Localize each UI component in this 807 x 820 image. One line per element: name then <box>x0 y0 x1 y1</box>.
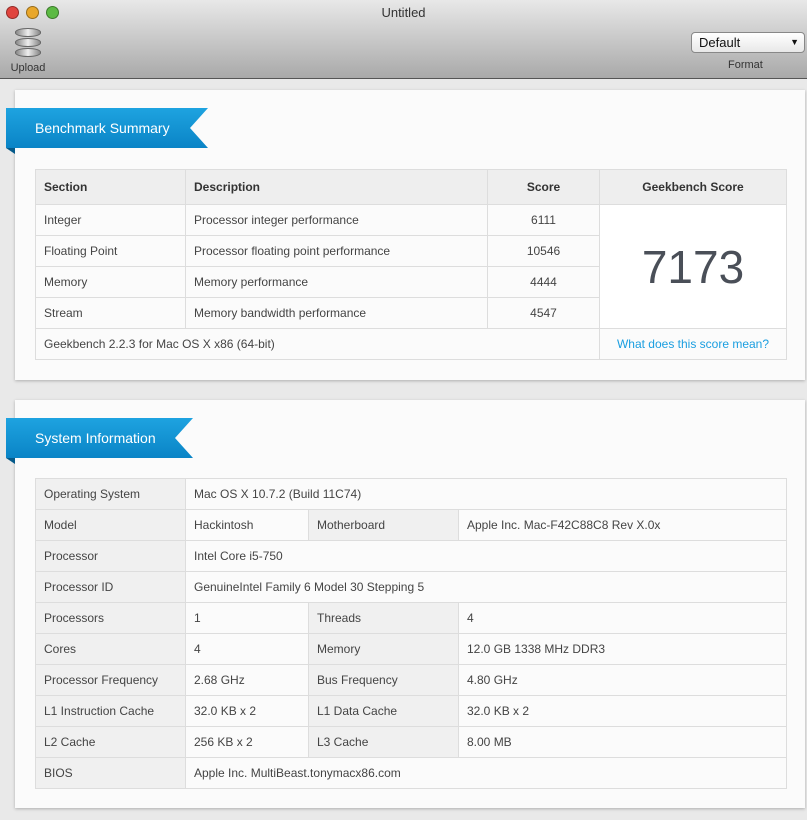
label-cell: Processors <box>35 602 186 634</box>
score-cell: 4547 <box>487 297 600 329</box>
table-row: L1 Instruction Cache 32.0 KB x 2 L1 Data C… <box>35 695 788 727</box>
value-cell: Apple Inc. Mac-F42C88C8 Rev X.0x <box>457 509 788 541</box>
header-score: Score <box>487 169 600 205</box>
score-cell: 10546 <box>487 235 600 267</box>
value-cell: 1 <box>185 602 309 634</box>
table-row: Model Hackintosh Motherboard Apple Inc. Mac… <box>35 509 788 541</box>
label-cell: BIOS <box>35 757 186 789</box>
format-select[interactable]: Default ▼ <box>691 32 805 53</box>
header-description: Description <box>185 169 488 205</box>
label-cell: L2 Cache <box>35 726 186 758</box>
value-cell: 4 <box>457 602 788 634</box>
description-cell: Memory bandwidth performance <box>185 297 488 329</box>
chevron-down-icon: ▼ <box>790 37 799 47</box>
value-cell: 256 KB x 2 <box>185 726 309 758</box>
system-table: Operating System Mac OS X 10.7.2 (Build 1… <box>35 478 788 789</box>
score-help-link[interactable]: What does this score mean? <box>617 337 769 351</box>
value-cell: 32.0 KB x 2 <box>457 695 788 727</box>
value-cell: Mac OS X 10.7.2 (Build 11C74) <box>184 478 788 510</box>
geekbench-score: 7173 <box>599 204 787 329</box>
table-row: Integer Processor integer performance 61… <box>35 204 787 329</box>
section-cell: Integer <box>35 204 186 236</box>
section-cell: Stream <box>35 297 186 329</box>
benchmark-table: Section Description Score Geekbench Scor… <box>35 169 787 360</box>
label-cell: Model <box>35 509 186 541</box>
value-cell: 12.0 GB 1338 MHz DDR3 <box>457 633 788 665</box>
table-footer: Geekbench 2.2.3 for Mac OS X x86 (64-bit… <box>35 328 787 360</box>
label-cell: Processor ID <box>35 571 186 603</box>
window-toolbar: Untitled Upload Default ▼ Format <box>0 0 807 79</box>
upload-button[interactable]: Upload <box>6 28 50 76</box>
value-cell: Apple Inc. MultiBeast.tonymacx86.com <box>184 757 788 789</box>
value-cell: 2.68 GHz <box>185 664 309 696</box>
label-cell: Motherboard <box>308 509 459 541</box>
version-text: Geekbench 2.2.3 for Mac OS X x86 (64-bit… <box>35 328 600 360</box>
window-title: Untitled <box>381 5 426 20</box>
description-cell: Processor floating point performance <box>185 235 488 267</box>
table-row: Processor Frequency 2.68 GHz Bus Frequency… <box>35 664 788 696</box>
table-row: L2 Cache 256 KB x 2 L3 Cache 8.00 MB <box>35 726 788 758</box>
header-geekbench-score: Geekbench Score <box>599 169 787 205</box>
system-information-heading: System Information <box>6 418 193 458</box>
header-section: Section <box>35 169 186 205</box>
value-cell: Intel Core i5-750 <box>184 540 788 572</box>
ribbon-fold <box>6 458 15 464</box>
table-header: Section Description Score Geekbench Scor… <box>35 169 787 205</box>
label-cell: Threads <box>308 602 459 634</box>
table-row: Processors 1 Threads 4 <box>35 602 788 634</box>
value-cell: 4 <box>185 633 309 665</box>
ribbon-fold <box>6 148 15 154</box>
table-row: Processor Intel Core i5-750 <box>35 540 788 572</box>
table-row: Operating System Mac OS X 10.7.2 (Build 1… <box>35 478 788 510</box>
label-cell: Processor <box>35 540 186 572</box>
score-cell: 4444 <box>487 266 600 298</box>
label-cell: Bus Frequency <box>308 664 459 696</box>
label-cell: Processor Frequency <box>35 664 186 696</box>
score-cell: 6111 <box>487 204 600 236</box>
value-cell: 8.00 MB <box>457 726 788 758</box>
label-cell: Operating System <box>35 478 186 510</box>
value-cell: 32.0 KB x 2 <box>185 695 309 727</box>
label-cell: L1 Instruction Cache <box>35 695 186 727</box>
table-row: Processor ID GenuineIntel Family 6 Model … <box>35 571 788 603</box>
section-cell: Floating Point <box>35 235 186 267</box>
section-cell: Memory <box>35 266 186 298</box>
label-cell: Cores <box>35 633 186 665</box>
table-row: BIOS Apple Inc. MultiBeast.tonymacx86.com <box>35 757 788 789</box>
label-cell: Memory <box>308 633 459 665</box>
benchmark-summary-heading: Benchmark Summary <box>6 108 208 148</box>
value-cell: Hackintosh <box>185 509 309 541</box>
format-value: Default <box>699 35 741 50</box>
value-cell: 4.80 GHz <box>457 664 788 696</box>
database-icon <box>15 28 41 58</box>
label-cell: L1 Data Cache <box>308 695 459 727</box>
label-cell: L3 Cache <box>308 726 459 758</box>
description-cell: Processor integer performance <box>185 204 488 236</box>
upload-label: Upload <box>10 62 46 74</box>
table-row: Cores 4 Memory 12.0 GB 1338 MHz DDR3 <box>35 633 788 665</box>
format-label: Format <box>728 59 763 71</box>
description-cell: Memory performance <box>185 266 488 298</box>
value-cell: GenuineIntel Family 6 Model 30 Stepping … <box>184 571 788 603</box>
